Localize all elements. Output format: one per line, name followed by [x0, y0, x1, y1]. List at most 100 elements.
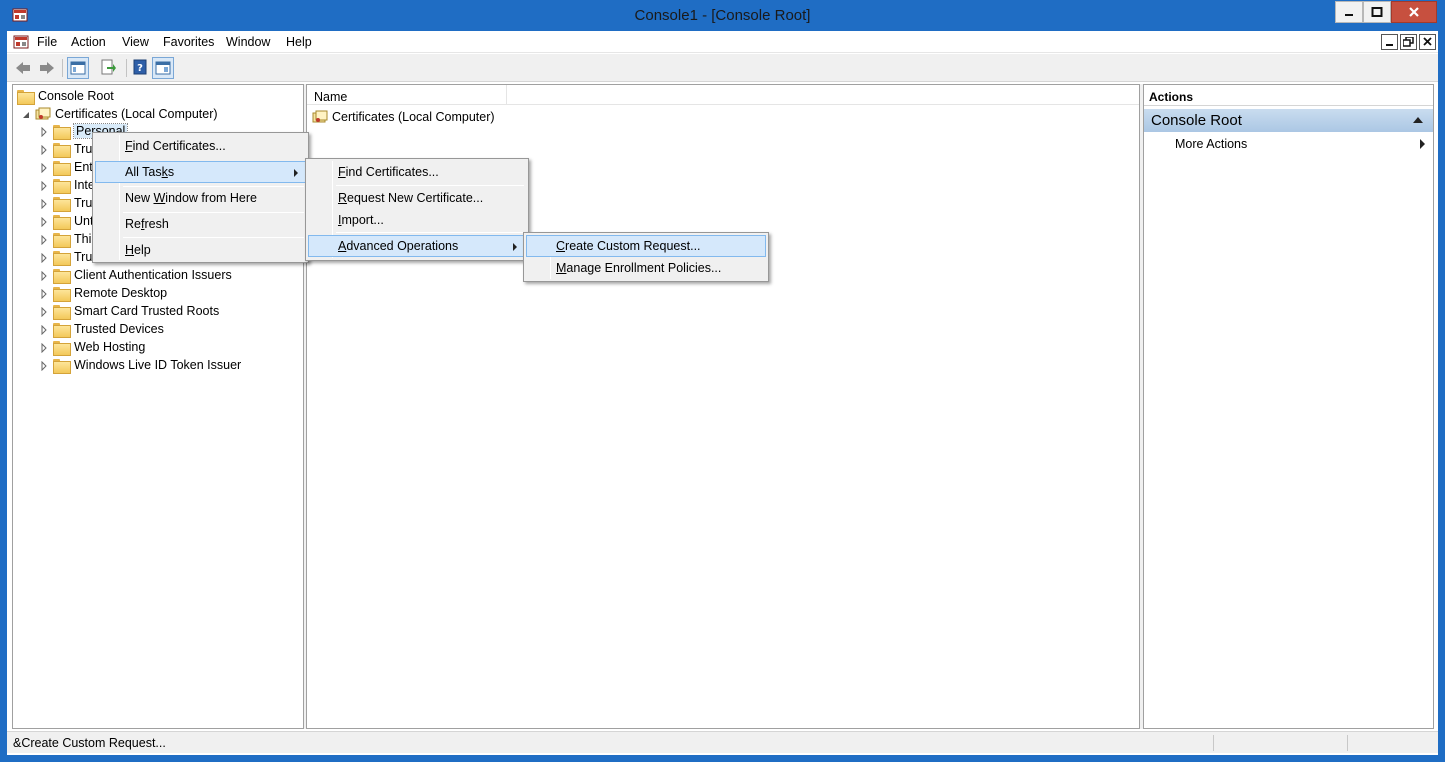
help-button[interactable]: ?	[130, 57, 152, 79]
tree-node-folder[interactable]: Remote Desktop	[39, 284, 167, 302]
submenu-arrow-icon	[1420, 139, 1425, 149]
expand-arrow-icon[interactable]	[39, 324, 49, 336]
toolbar: ?	[7, 54, 1438, 82]
collapse-caret-icon[interactable]	[1413, 117, 1423, 123]
expand-arrow-icon[interactable]	[39, 198, 49, 210]
forward-button[interactable]	[36, 57, 58, 79]
show-hide-action-pane-button[interactable]	[152, 57, 174, 79]
tree-node-folder[interactable]: Tru	[39, 194, 92, 212]
tree-node-certificates[interactable]: Certificates (Local Computer)	[21, 105, 218, 123]
expand-arrow-icon[interactable]	[39, 216, 49, 228]
forward-icon	[40, 62, 54, 74]
actions-group-console-root[interactable]: Console Root	[1144, 109, 1433, 132]
more-actions-item[interactable]: More Actions	[1175, 137, 1247, 151]
expand-arrow-icon[interactable]	[39, 306, 49, 318]
menu-action[interactable]: Action	[71, 35, 106, 49]
svg-text:?: ?	[137, 63, 143, 74]
tree-node-folder[interactable]: Tru	[39, 248, 92, 266]
tree-node-folder[interactable]: Ent	[39, 158, 93, 176]
folder-icon	[53, 304, 71, 320]
menu-window[interactable]: Window	[226, 35, 270, 49]
menu-bar: File Action View Favorites Window Help	[7, 31, 1438, 53]
menu-item-new-window[interactable]: New Window from Here	[95, 187, 306, 209]
expand-arrow-icon[interactable]	[39, 360, 49, 372]
menu-view[interactable]: View	[122, 35, 149, 49]
menu-item-advanced-operations[interactable]: Advanced Operations	[308, 235, 526, 257]
menu-item-find-certificates[interactable]: Find Certificates...	[308, 161, 526, 183]
expand-arrow-icon[interactable]	[39, 144, 49, 156]
column-header-empty	[507, 85, 1139, 105]
window-title: Console1 - [Console Root]	[634, 7, 811, 24]
expand-arrow-icon[interactable]	[39, 162, 49, 174]
close-button[interactable]	[1391, 1, 1437, 23]
expand-arrow-icon[interactable]	[39, 270, 49, 282]
actions-group-label: Console Root	[1151, 112, 1242, 129]
mdi-minimize-button[interactable]	[1381, 34, 1398, 50]
export-list-icon	[101, 59, 116, 75]
tree-node-folder[interactable]: Unt	[39, 212, 93, 230]
folder-icon	[53, 268, 71, 284]
menu-item-refresh[interactable]: Refresh	[95, 213, 306, 235]
menu-item-all-tasks[interactable]: All Tasks	[95, 161, 306, 183]
tree-label: Smart Card Trusted Roots	[74, 304, 220, 318]
minimize-icon	[1386, 44, 1393, 46]
tree-label: Windows Live ID Token Issuer	[74, 358, 242, 372]
mdi-window-controls	[1381, 34, 1436, 50]
action-pane-icon	[155, 61, 171, 75]
show-hide-console-tree-button[interactable]	[67, 57, 89, 79]
restore-icon	[1403, 37, 1414, 47]
tree-node-folder[interactable]: Trusted Devices	[39, 320, 164, 338]
tree-node-folder[interactable]: Client Authentication Issuers	[39, 266, 232, 284]
menu-file[interactable]: File	[37, 35, 57, 49]
expand-arrow-icon[interactable]	[39, 126, 49, 138]
status-separator	[1213, 735, 1214, 751]
menu-separator	[336, 232, 524, 233]
export-list-button[interactable]	[98, 57, 120, 79]
expand-arrow-icon[interactable]	[39, 342, 49, 354]
list-item-label: Certificates (Local Computer)	[332, 110, 495, 124]
expand-arrow-icon[interactable]	[39, 252, 49, 264]
tree-node-folder[interactable]: Tru	[39, 140, 92, 158]
tree-node-folder[interactable]: Windows Live ID Token Issuer	[39, 356, 241, 374]
tree-label: Client Authentication Issuers	[74, 268, 232, 282]
tree-label: Web Hosting	[74, 340, 146, 354]
folder-icon	[53, 358, 71, 374]
mdi-close-button[interactable]	[1419, 34, 1436, 50]
menu-item-request-new-certificate[interactable]: Request New Certificate...	[308, 187, 526, 209]
folder-icon	[53, 214, 71, 230]
tree-node-folder[interactable]: Web Hosting	[39, 338, 145, 356]
column-header-name[interactable]: Name	[307, 85, 507, 105]
menu-help[interactable]: Help	[286, 35, 312, 49]
tree-label: Certificates (Local Computer)	[55, 107, 218, 121]
tree-label: Ent	[74, 160, 93, 174]
status-separator	[1347, 735, 1348, 751]
maximize-button[interactable]	[1363, 1, 1391, 23]
expand-arrow-icon[interactable]	[39, 180, 49, 192]
tree-label: Tru	[74, 250, 93, 264]
collapse-arrow-icon[interactable]	[21, 109, 31, 119]
expand-arrow-icon[interactable]	[39, 288, 49, 300]
minimize-icon	[1345, 14, 1353, 16]
mdi-restore-button[interactable]	[1400, 34, 1417, 50]
tree-node-folder[interactable]: Inte	[39, 176, 95, 194]
menu-item-help[interactable]: Help	[95, 239, 306, 261]
tree-node-folder[interactable]: Thi	[39, 230, 91, 248]
context-menu: Find Certificates... All Tasks New Windo…	[92, 132, 309, 263]
menu-item-find-certificates[interactable]: Find Certificates...	[95, 135, 306, 157]
maximize-icon	[1371, 7, 1383, 17]
tree-label: Tru	[74, 142, 93, 156]
tree-label: Remote Desktop	[74, 286, 168, 300]
tree-node-folder[interactable]: Smart Card Trusted Roots	[39, 302, 219, 320]
back-button[interactable]	[12, 57, 34, 79]
menu-item-create-custom-request[interactable]: Create Custom Request...	[526, 235, 766, 257]
menu-item-import[interactable]: Import...	[308, 209, 526, 231]
menu-favorites[interactable]: Favorites	[163, 35, 214, 49]
menu-item-manage-enrollment-policies[interactable]: Manage Enrollment Policies...	[526, 257, 766, 279]
minimize-button[interactable]	[1335, 1, 1363, 23]
console-tree-icon	[70, 61, 86, 75]
expand-arrow-icon[interactable]	[39, 234, 49, 246]
console-icon[interactable]	[13, 34, 29, 50]
list-item[interactable]: Certificates (Local Computer)	[312, 108, 495, 126]
advanced-operations-submenu: Create Custom Request... Manage Enrollme…	[523, 232, 769, 282]
tree-node-console-root[interactable]: Console Root	[17, 87, 114, 105]
